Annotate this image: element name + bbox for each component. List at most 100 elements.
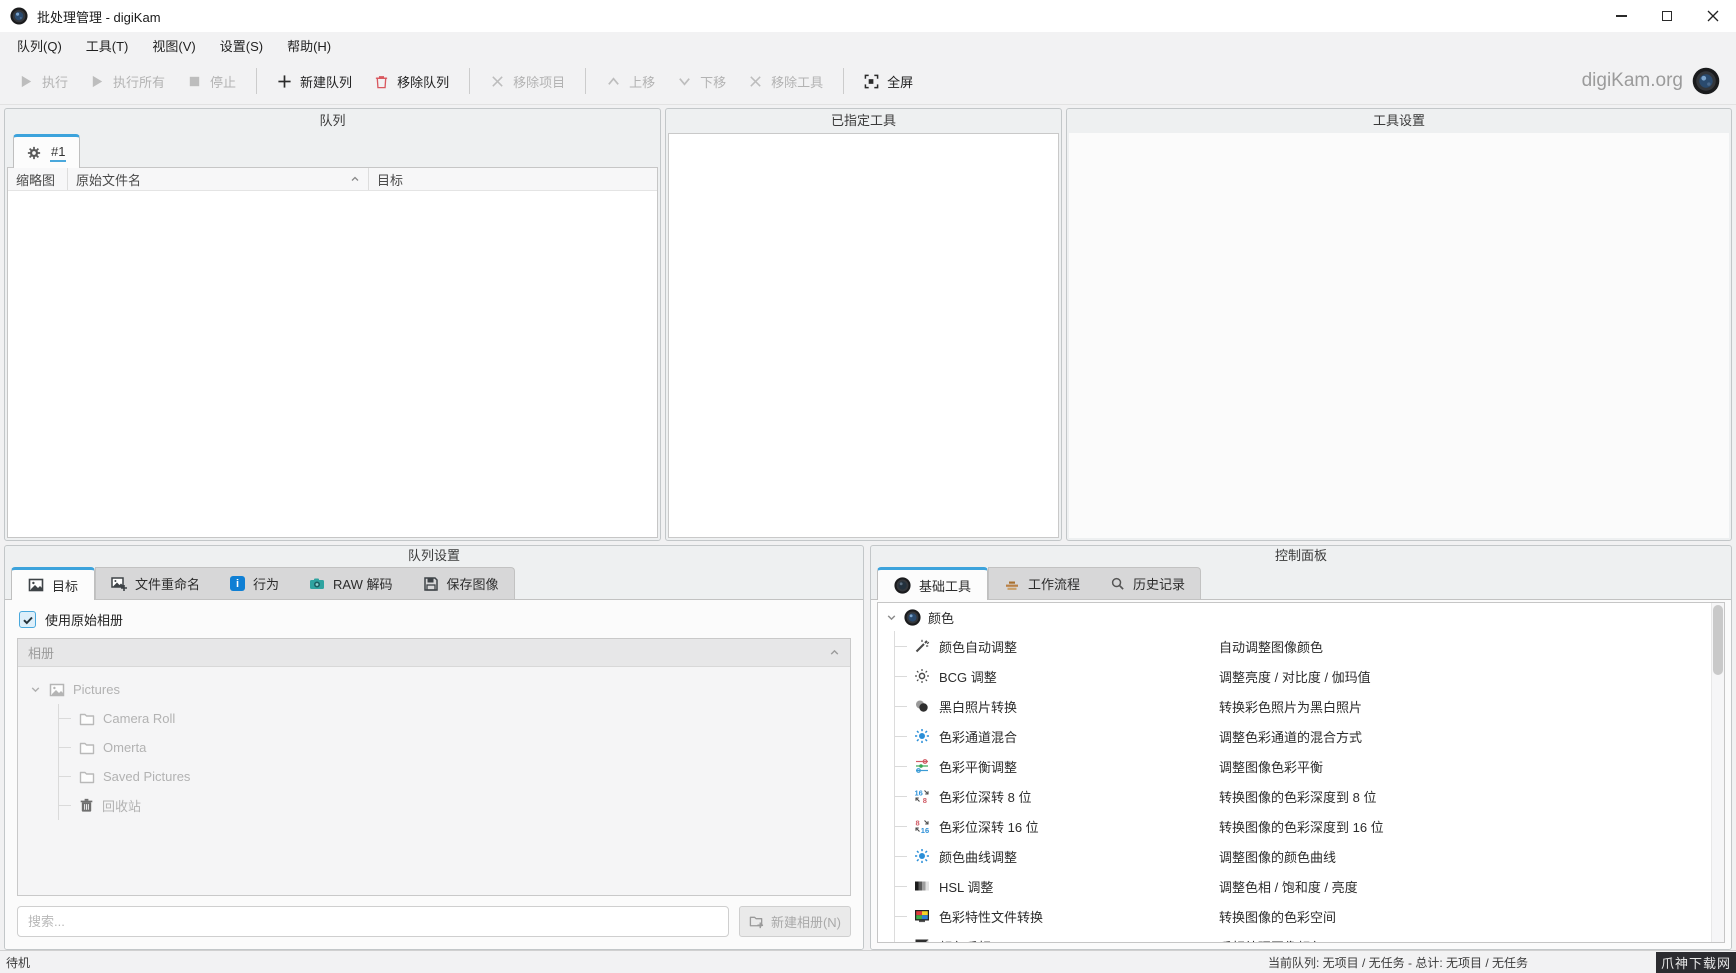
expander-down-icon[interactable] — [886, 612, 897, 623]
black-white-icon — [912, 698, 931, 714]
tab-workflow[interactable]: 工作流程 — [989, 568, 1095, 599]
queue-column-headers: 缩略图 原始文件名 目标 — [8, 168, 657, 191]
play-all-icon — [90, 74, 105, 89]
album-children: Camera Roll Omerta Saved Pictures — [58, 704, 850, 820]
tab-base-tools[interactable]: 基础工具 — [877, 567, 988, 600]
magic-wand-icon — [912, 638, 931, 654]
new-album-button[interactable]: 新建相册(N) — [739, 906, 851, 937]
album-item-camera-roll[interactable]: Camera Roll — [59, 704, 850, 733]
move-down-button[interactable]: 下移 — [666, 63, 737, 99]
lens-icon — [904, 609, 921, 626]
album-item-saved-pictures[interactable]: Saved Pictures — [59, 762, 850, 791]
digikam-org-brand: digiKam.org — [1582, 67, 1728, 95]
queue-tab-1[interactable]: #1 — [13, 134, 80, 168]
bottom-panels: 队列设置 目标 文件重命名 i 行为 — [0, 541, 1736, 950]
tab-file-renaming[interactable]: 文件重命名 — [96, 568, 215, 599]
folder-icon — [79, 769, 95, 785]
tool-row[interactable]: 颜色自动调整 自动调整图像颜色 — [895, 631, 1724, 661]
trash-icon — [374, 74, 389, 89]
maximize-button[interactable] — [1644, 0, 1690, 32]
curves-icon — [912, 848, 931, 864]
tool-row[interactable]: 816 色彩位深转 16 位 转换图像的色彩深度到 16 位 — [895, 811, 1724, 841]
use-original-album-checkbox[interactable]: 使用原始相册 — [19, 610, 863, 629]
tool-row[interactable]: 色彩平衡调整 调整图像色彩平衡 — [895, 751, 1724, 781]
toolbar-separator — [469, 68, 470, 94]
svg-text:8: 8 — [915, 819, 919, 828]
tool-row[interactable]: 黑白照片转换 转换彩色照片为黑白照片 — [895, 691, 1724, 721]
stop-icon — [187, 74, 202, 89]
full-screen-button[interactable]: 全屏 — [853, 63, 924, 99]
toolbar-separator — [256, 68, 257, 94]
tool-row[interactable]: 颜色曲线调整 调整图像的颜色曲线 — [895, 841, 1724, 871]
color-profile-icon — [912, 908, 931, 924]
workflow-icon — [1004, 576, 1020, 592]
scrollbar-thumb[interactable] — [1713, 605, 1723, 675]
menu-bar: 队列(Q) 工具(T) 视图(V) 设置(S) 帮助(H) — [0, 32, 1736, 58]
menu-view[interactable]: 视图(V) — [140, 32, 207, 58]
watermark: 爪神下载网 — [1656, 952, 1736, 973]
queues-panel: 队列 #1 缩略图 原始文件名 目标 — [4, 108, 661, 541]
remove-items-button[interactable]: 移除项目 — [479, 63, 576, 99]
tool-settings-body — [1069, 133, 1729, 538]
menu-help[interactable]: 帮助(H) — [275, 32, 343, 58]
close-button[interactable] — [1690, 0, 1736, 32]
tab-behavior[interactable]: i 行为 — [215, 568, 294, 599]
album-header[interactable]: 相册 — [18, 639, 850, 667]
tool-settings-title: 工具设置 — [1067, 109, 1731, 133]
remove-tool-button[interactable]: 移除工具 — [737, 63, 834, 99]
column-thumbnail[interactable]: 缩略图 — [8, 168, 68, 190]
image-icon — [28, 577, 44, 593]
depth-8bit-icon: 168 — [912, 788, 931, 804]
tool-category-color[interactable]: 颜色 — [878, 603, 1724, 631]
remove-queue-button[interactable]: 移除队列 — [363, 63, 460, 99]
album-search-row: 新建相册(N) — [17, 906, 851, 937]
control-panel-tab-bar: 基础工具 工作流程 历史记录 — [871, 566, 1731, 599]
move-up-button[interactable]: 上移 — [595, 63, 666, 99]
menu-queue[interactable]: 队列(Q) — [5, 32, 74, 58]
tool-row[interactable]: 色彩通道混合 调整色彩通道的混合方式 — [895, 721, 1724, 751]
menu-tools[interactable]: 工具(T) — [74, 32, 141, 58]
new-queue-button[interactable]: 新建队列 — [266, 63, 363, 99]
image-icon — [49, 682, 65, 698]
column-filename[interactable]: 原始文件名 — [68, 168, 369, 190]
album-item-trash[interactable]: 回收站 — [59, 791, 850, 820]
tool-row[interactable]: 颜色反相 反相处理图像颜色 — [895, 931, 1724, 943]
brightness-icon — [912, 668, 931, 684]
album-selector: 相册 Pictures — [17, 638, 851, 896]
stop-button[interactable]: 停止 — [176, 63, 247, 99]
column-target[interactable]: 目标 — [369, 168, 657, 190]
scrollbar-track[interactable] — [1711, 603, 1724, 942]
plus-icon — [277, 74, 292, 89]
status-message: 待机 — [0, 954, 30, 971]
camera-icon — [309, 576, 325, 592]
queue-settings-title: 队列设置 — [5, 546, 863, 566]
main-toolbar: 执行 执行所有 停止 新建队列 移除队列 移除项目 上移 下移 移除工具 全屏 … — [0, 58, 1736, 105]
folder-icon — [79, 711, 95, 727]
expander-down-icon[interactable] — [30, 684, 41, 695]
tool-rows: 颜色自动调整 自动调整图像颜色 BCG 调整 调整亮度 / 对比度 / 伽玛值 — [894, 631, 1724, 943]
minimize-icon — [1616, 15, 1627, 17]
search-input[interactable] — [17, 906, 729, 937]
album-item-pictures[interactable]: Pictures — [18, 675, 850, 704]
title-bar: 批处理管理 - digiKam — [0, 0, 1736, 32]
tool-row[interactable]: 168 色彩位深转 8 位 转换图像的色彩深度到 8 位 — [895, 781, 1724, 811]
run-button[interactable]: 执行 — [8, 63, 79, 99]
tab-history[interactable]: 历史记录 — [1095, 568, 1200, 599]
tool-row[interactable]: 色彩特性文件转换 转换图像的色彩空间 — [895, 901, 1724, 931]
tool-row[interactable]: BCG 调整 调整亮度 / 对比度 / 伽玛值 — [895, 661, 1724, 691]
tool-row[interactable]: HSL 调整 调整色相 / 饱和度 / 亮度 — [895, 871, 1724, 901]
tab-target[interactable]: 目标 — [11, 567, 95, 600]
album-tree: Pictures Camera Roll Omerta — [18, 667, 850, 820]
album-item-omerta[interactable]: Omerta — [59, 733, 850, 762]
tab-raw-decoding[interactable]: RAW 解码 — [294, 568, 407, 599]
menu-settings[interactable]: 设置(S) — [208, 32, 275, 58]
checkbox-checked-icon — [19, 611, 36, 628]
chevron-down-icon — [677, 74, 692, 89]
channel-mixer-icon — [912, 728, 931, 744]
x-icon — [748, 74, 763, 89]
run-all-button[interactable]: 执行所有 — [79, 63, 176, 99]
assigned-tools-title: 已指定工具 — [666, 109, 1061, 133]
tab-saving-images[interactable]: 保存图像 — [408, 568, 514, 599]
minimize-button[interactable] — [1598, 0, 1644, 32]
toolbar-separator — [585, 68, 586, 94]
